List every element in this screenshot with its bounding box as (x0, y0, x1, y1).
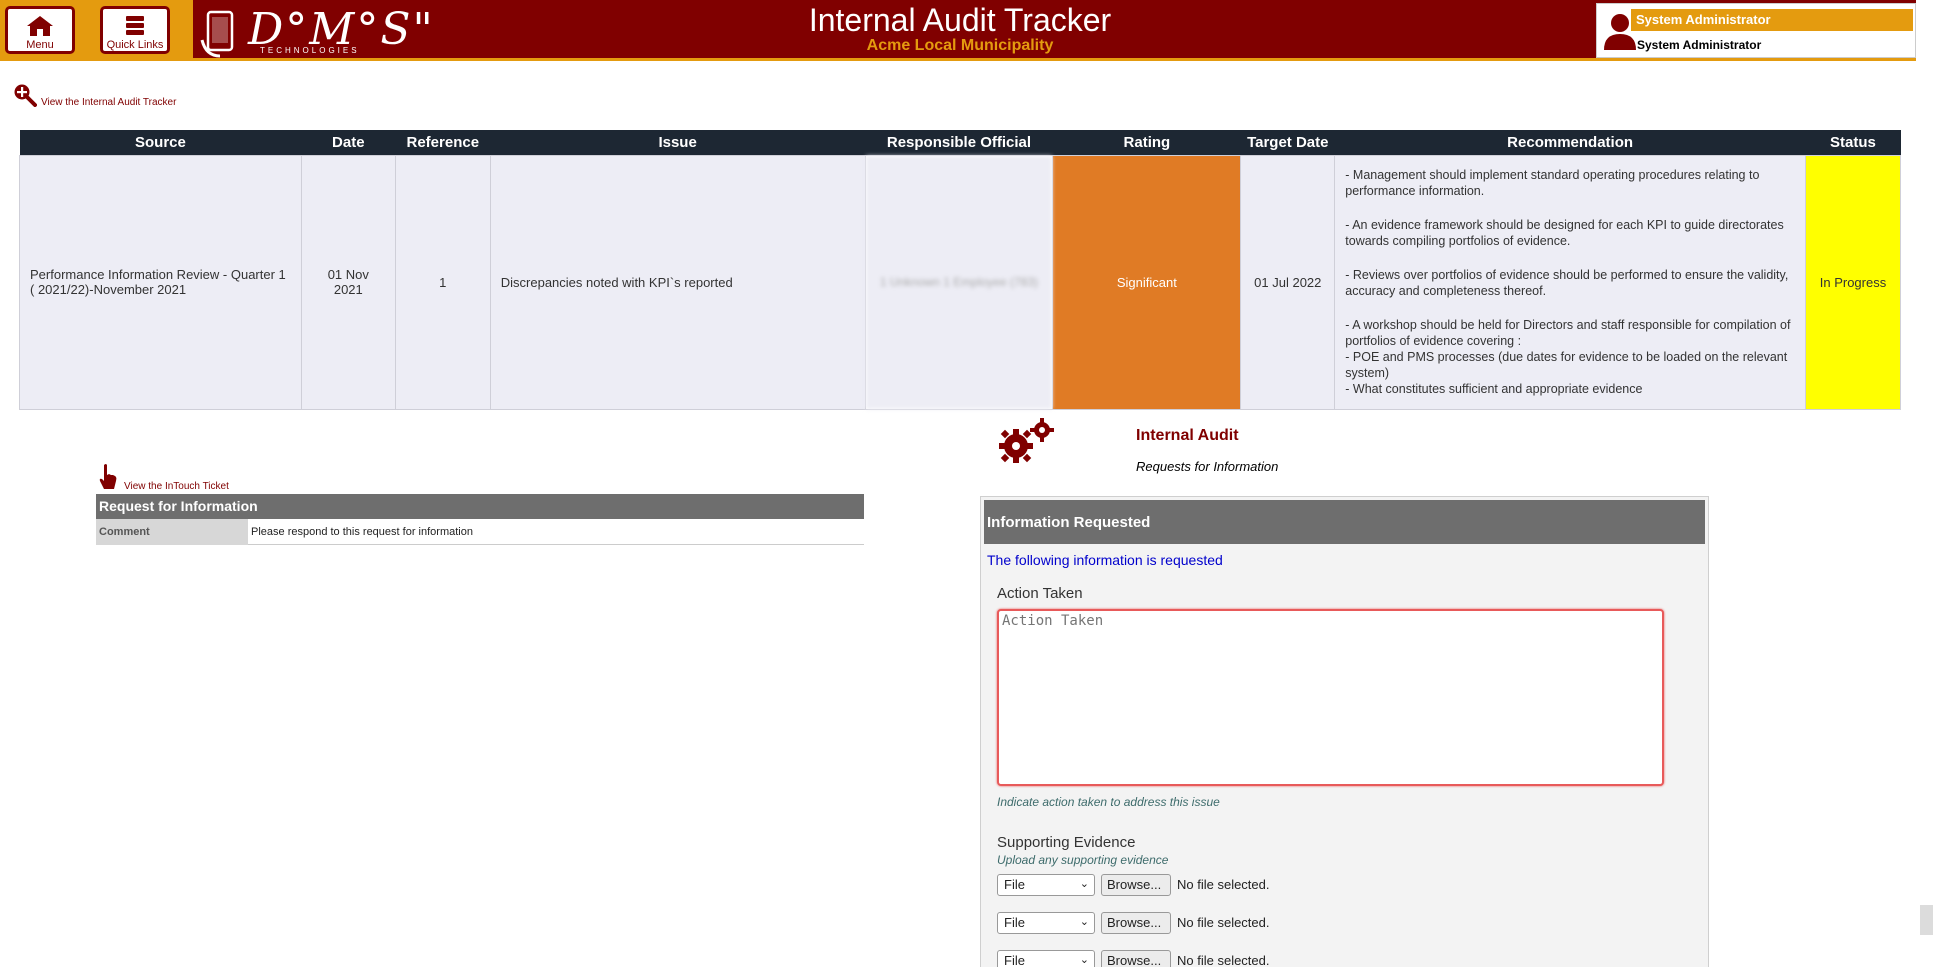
cell-source: Performance Information Review - Quarter… (19, 154, 302, 410)
form-heading: Information Requested (984, 500, 1705, 544)
chevron-down-icon: ⌄ (1079, 954, 1089, 966)
cell-date: 01 Nov 2021 (300, 154, 396, 410)
chevron-down-icon: ⌄ (1079, 878, 1089, 890)
gears-icon (999, 418, 1054, 463)
supporting-evidence-label: Supporting Evidence (997, 834, 1136, 851)
file-type-select[interactable]: File ⌄ (997, 874, 1095, 896)
cell-reference: 1 (394, 154, 491, 410)
cell-rating: Significant (1052, 154, 1242, 410)
recommendation-line: - An evidence framework should be design… (1345, 218, 1784, 248)
col-status[interactable]: Status (1805, 130, 1901, 155)
col-rating[interactable]: Rating (1052, 130, 1241, 155)
browse-button[interactable]: Browse... (1101, 950, 1171, 967)
no-file-text: No file selected. (1177, 877, 1270, 892)
section-subtitle: Requests for Information (1136, 459, 1279, 474)
no-file-text: No file selected. (1177, 953, 1270, 967)
action-taken-textarea[interactable] (997, 609, 1664, 786)
information-form: Information Requested The following info… (980, 496, 1709, 967)
col-responsible-official[interactable]: Responsible Official (865, 130, 1053, 155)
cell-target-date: 01 Jul 2022 (1240, 154, 1336, 410)
file-type-value: File (1004, 953, 1025, 967)
user-panel[interactable]: System Administrator System Administrato… (1596, 3, 1916, 58)
quick-links-button[interactable]: Quick Links (100, 6, 170, 54)
file-type-select[interactable]: File ⌄ (997, 950, 1095, 967)
col-target-date[interactable]: Target Date (1240, 130, 1335, 155)
organisation-name: Acme Local Municipality (866, 37, 1054, 54)
browse-button[interactable]: Browse... (1101, 912, 1171, 934)
section-title: Internal Audit (1136, 427, 1239, 444)
pointer-hand-icon (99, 464, 117, 489)
col-recommendation[interactable]: Recommendation (1334, 130, 1806, 155)
menu-button-label: Menu (26, 39, 54, 51)
scrollbar-thumb[interactable] (1920, 905, 1933, 935)
recommendation-line: - What constitutes sufficient and approp… (1345, 382, 1643, 396)
menu-button[interactable]: Menu (5, 6, 75, 54)
file-type-select[interactable]: File ⌄ (997, 912, 1095, 934)
table-row[interactable]: Performance Information Review - Quarter… (19, 154, 1902, 410)
home-icon (27, 16, 53, 36)
action-taken-hint: Indicate action taken to address this is… (997, 795, 1220, 809)
zoom-in-icon (14, 84, 37, 107)
app-title: Internal Audit Tracker (808, 2, 1112, 38)
supporting-evidence-hint: Upload any supporting evidence (997, 853, 1169, 867)
audit-table: Source Date Reference Issue Responsible … (19, 130, 1902, 410)
cell-issue: Discrepancies noted with KPI`s reported (489, 154, 866, 410)
logo-subtext: TECHNOLOGIES (260, 46, 360, 55)
user-role: System Administrator (1631, 9, 1913, 31)
form-intro: The following information is requested (987, 552, 1223, 568)
top-header-bar: Menu Quick Links D°M°S" TECHNOLOGIES Int… (0, 0, 1916, 61)
rfi-comment-value: Please respond to this request for infor… (251, 526, 473, 538)
view-tracker-label: View the Internal Audit Tracker (41, 97, 177, 108)
action-taken-label: Action Taken (997, 585, 1083, 602)
view-intouch-label: View the InTouch Ticket (124, 481, 229, 492)
rfi-heading: Request for Information (96, 494, 864, 519)
col-reference[interactable]: Reference (395, 130, 491, 155)
no-file-text: No file selected. (1177, 915, 1270, 930)
file-type-value: File (1004, 915, 1025, 930)
user-name: System Administrator (1637, 38, 1762, 52)
recommendation-line: - Management should implement standard o… (1345, 168, 1760, 198)
col-issue[interactable]: Issue (490, 130, 866, 155)
browse-button[interactable]: Browse... (1101, 874, 1171, 896)
cell-responsible-official: 1 Unknown 1 Employee (783) (864, 154, 1054, 410)
device-icon (200, 10, 234, 58)
recommendation-line: - A workshop should be held for Director… (1345, 318, 1791, 348)
cell-status: In Progress (1804, 154, 1902, 410)
cell-recommendation: - Management should implement standard o… (1334, 154, 1806, 410)
col-date[interactable]: Date (301, 130, 396, 155)
table-header-row: Source Date Reference Issue Responsible … (19, 130, 1901, 155)
recommendation-line: - POE and PMS processes (due dates for e… (1345, 350, 1788, 380)
stack-icon (126, 16, 144, 35)
col-source[interactable]: Source (19, 130, 302, 155)
dms-logo: D°M°S" TECHNOLOGIES (200, 4, 433, 58)
rfi-comment-label: Comment (96, 519, 248, 545)
file-type-value: File (1004, 877, 1025, 892)
recommendation-line: - Reviews over portfolios of evidence sh… (1345, 268, 1789, 298)
chevron-down-icon: ⌄ (1079, 916, 1089, 928)
rfi-comment-row: Comment Please respond to this request f… (96, 519, 864, 545)
quick-links-label: Quick Links (106, 39, 164, 51)
